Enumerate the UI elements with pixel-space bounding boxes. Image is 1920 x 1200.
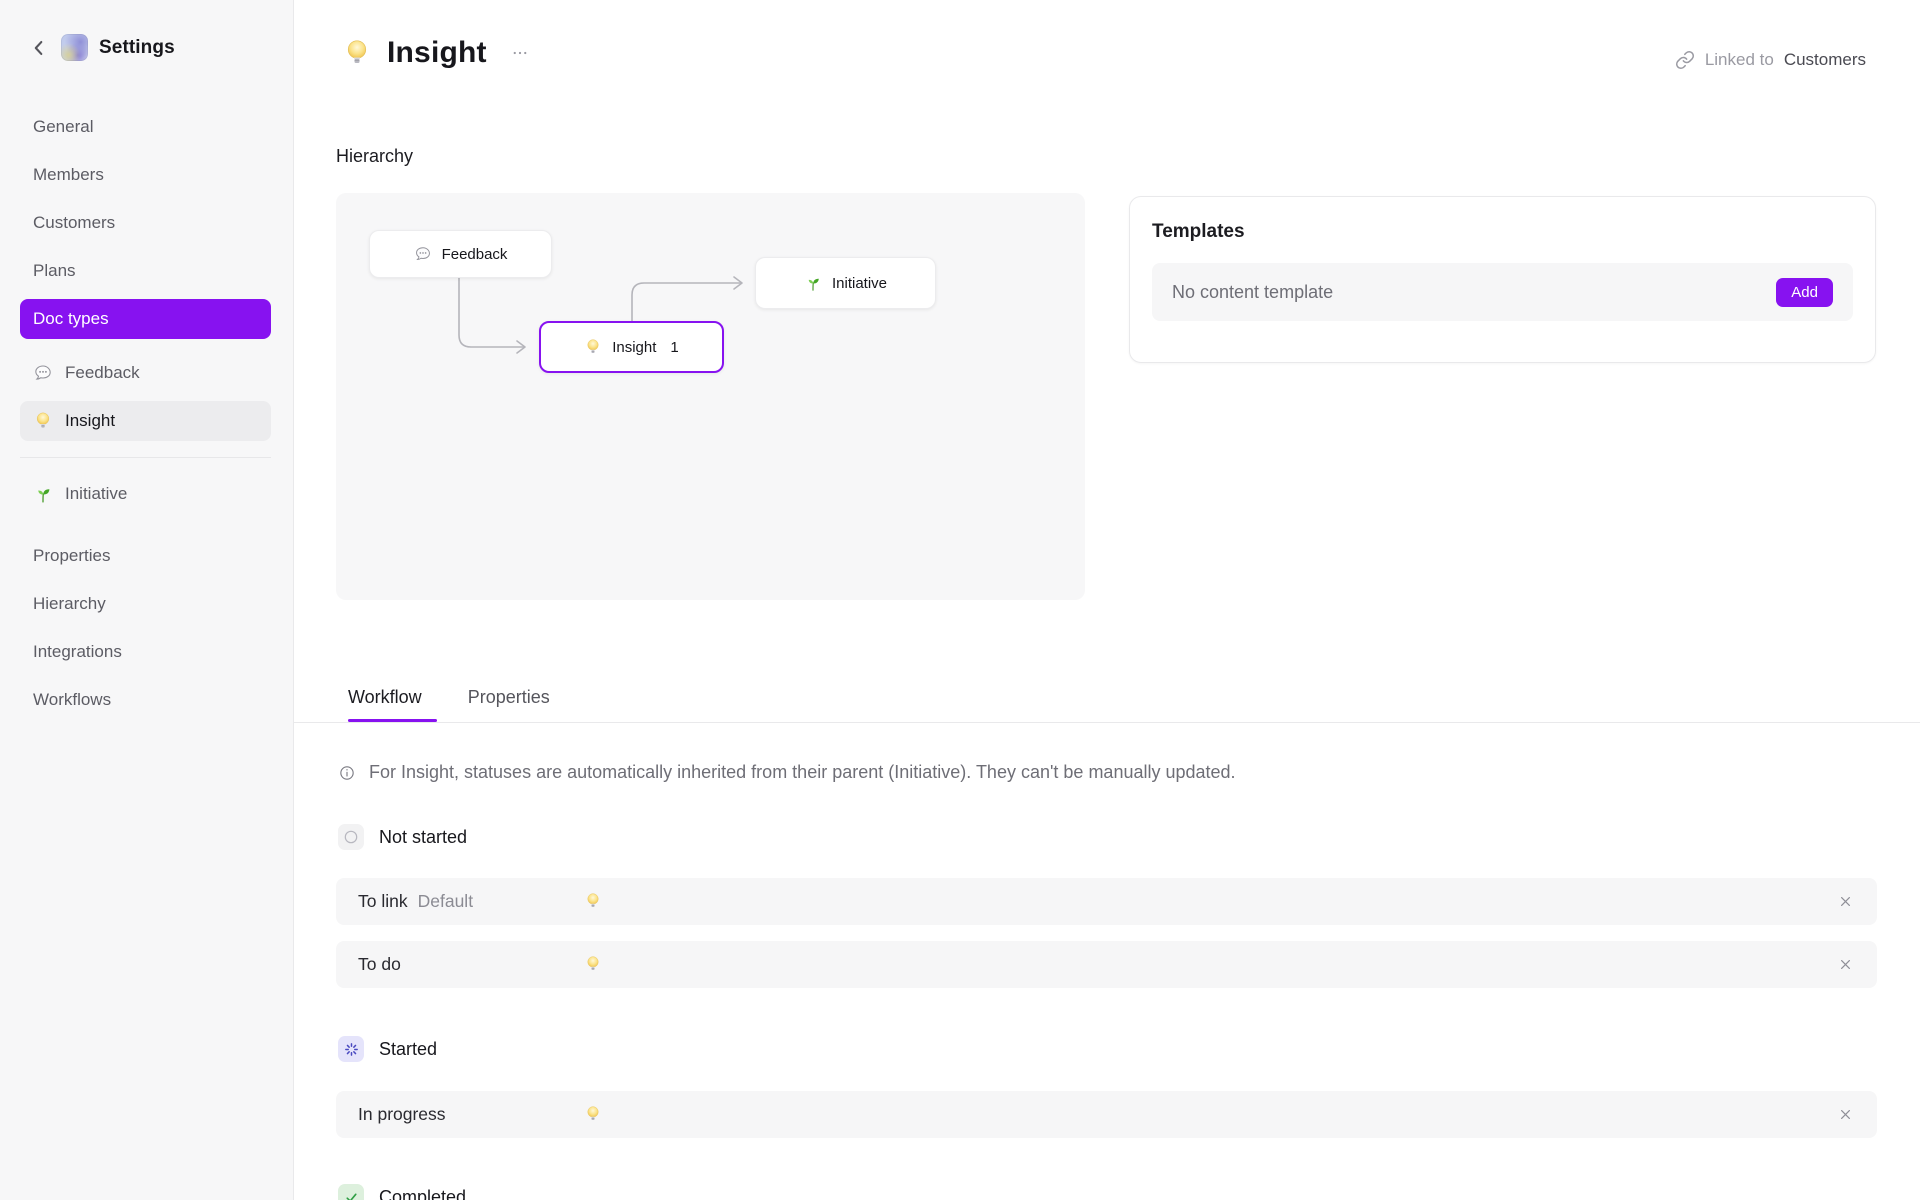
sidebar-divider [20, 457, 271, 458]
template-row: No content template Add [1152, 263, 1853, 321]
circle-outline-icon [338, 824, 364, 850]
sidebar-header: Settings [0, 0, 293, 61]
node-feedback[interactable]: Feedback [369, 230, 552, 278]
add-template-button[interactable]: Add [1776, 277, 1833, 307]
close-icon [1840, 960, 1850, 969]
hierarchy-diagram: Feedback Insight 1 Initiative [336, 193, 1085, 600]
light-bulb-icon [33, 411, 53, 431]
page-header: Insight [342, 36, 533, 70]
sidebar-item-initiative[interactable]: Initiative [0, 470, 293, 518]
status-row-in-progress[interactable]: In progress [336, 1091, 1877, 1138]
linked-to-customers[interactable]: Linked to Customers [1675, 50, 1866, 70]
light-bulb-icon [584, 892, 602, 910]
sidebar-item-feedback[interactable]: Feedback [0, 349, 293, 397]
node-count: 1 [670, 338, 679, 356]
tab-workflow[interactable]: Workflow [348, 672, 437, 722]
status-section-completed: Completed [338, 1184, 466, 1200]
light-bulb-icon [342, 38, 372, 68]
chevron-left-icon [34, 40, 43, 55]
linked-label: Linked to [1704, 50, 1774, 69]
sidebar-item-properties[interactable]: Properties [0, 532, 293, 580]
seedling-icon [804, 274, 822, 292]
status-row-to-link[interactable]: To link Default [336, 878, 1877, 925]
hierarchy-section-label: Hierarchy [336, 146, 414, 166]
sidebar-item-integrations[interactable]: Integrations [0, 628, 293, 676]
settings-title: Settings [99, 36, 175, 58]
doc-type-list: Feedback Insight Initiative [0, 349, 293, 518]
workflow-info: For Insight, statuses are automatically … [338, 762, 1236, 783]
sidebar-item-plans[interactable]: Plans [0, 247, 293, 295]
close-icon [1840, 1110, 1850, 1119]
tabs-bar: Workflow Properties [294, 672, 1920, 723]
sidebar-sub-nav: Properties Hierarchy Integrations Workfl… [0, 532, 293, 724]
template-empty-text: No content template [1172, 281, 1334, 302]
spinner-icon [338, 1036, 364, 1062]
link-icon [1675, 50, 1694, 70]
speech-balloon-icon [414, 245, 432, 263]
info-icon [340, 765, 354, 780]
sidebar-item-members[interactable]: Members [0, 151, 293, 199]
default-tag: Default [417, 891, 474, 911]
status-section-started: Started [338, 1036, 437, 1062]
node-insight[interactable]: Insight 1 [539, 321, 724, 373]
status-section-not-started: Not started [338, 824, 467, 850]
light-bulb-icon [584, 955, 602, 973]
light-bulb-icon [584, 1105, 602, 1123]
close-icon [1840, 897, 1850, 906]
seedling-icon [33, 484, 53, 504]
templates-title: Templates [1152, 221, 1245, 242]
sidebar-nav: General Members Customers Plans Doc type… [0, 103, 293, 724]
node-initiative[interactable]: Initiative [755, 257, 936, 309]
sidebar-item-general[interactable]: General [0, 103, 293, 151]
workflow-info-text: For Insight, statuses are automatically … [369, 762, 1236, 782]
status-row-to-do[interactable]: To do [336, 941, 1877, 988]
light-bulb-icon [584, 338, 602, 356]
main-content: Insight Linked to Customers Hierarchy Fe… [294, 0, 1920, 1200]
ellipsis-icon [513, 51, 527, 55]
sidebar-item-hierarchy[interactable]: Hierarchy [0, 580, 293, 628]
sidebar-item-customers[interactable]: Customers [0, 199, 293, 247]
sidebar-item-workflows[interactable]: Workflows [0, 676, 293, 724]
templates-card: Templates No content template Add [1129, 196, 1876, 363]
sidebar: Settings General Members Customers Plans… [0, 0, 294, 1200]
back-button[interactable] [28, 37, 50, 59]
remove-status-button[interactable] [1835, 955, 1855, 975]
workspace-avatar [61, 34, 88, 61]
page-menu-button[interactable] [507, 40, 533, 66]
page-title: Insight [387, 36, 487, 69]
remove-status-button[interactable] [1835, 1105, 1855, 1125]
remove-status-button[interactable] [1835, 892, 1855, 912]
settings-page: Settings General Members Customers Plans… [0, 0, 1920, 1200]
sidebar-item-insight[interactable]: Insight [20, 401, 271, 441]
sidebar-item-doc-types[interactable]: Doc types [20, 299, 271, 339]
check-icon [338, 1184, 364, 1200]
linked-target: Customers [1783, 50, 1866, 69]
tab-properties[interactable]: Properties [468, 672, 550, 722]
speech-balloon-icon [33, 363, 53, 383]
